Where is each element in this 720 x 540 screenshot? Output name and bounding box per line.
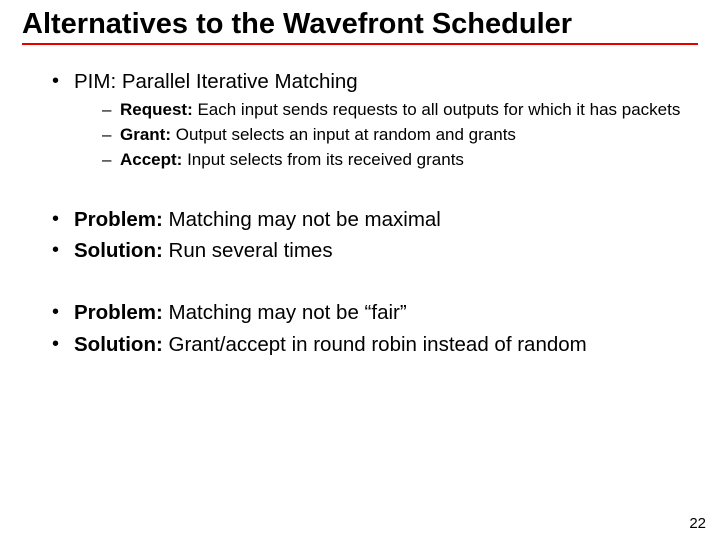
sub-accept: Accept: Input selects from its received … bbox=[102, 149, 698, 170]
bullet-pim-text: PIM: Parallel Iterative Matching bbox=[74, 70, 358, 93]
slide-title: Alternatives to the Wavefront Scheduler bbox=[22, 8, 698, 45]
bullet-list-3: Problem: Matching may not be “fair” Solu… bbox=[22, 300, 698, 357]
sub-request: Request: Each input sends requests to al… bbox=[102, 99, 698, 120]
sub-request-lead: Request: bbox=[120, 100, 193, 119]
spacer bbox=[22, 270, 698, 300]
sub-grant: Grant: Output selects an input at random… bbox=[102, 124, 698, 145]
bullet-solution-2-rest: Grant/accept in round robin instead of r… bbox=[163, 333, 587, 356]
bullet-problem-1: Problem: Matching may not be maximal bbox=[52, 207, 698, 233]
bullet-list-2: Problem: Matching may not be maximal Sol… bbox=[22, 207, 698, 264]
bullet-list: PIM: Parallel Iterative Matching Request… bbox=[22, 69, 698, 170]
bullet-problem-2-lead: Problem: bbox=[74, 301, 163, 324]
bullet-solution-1-lead: Solution: bbox=[74, 239, 163, 262]
sub-accept-rest: Input selects from its received grants bbox=[182, 150, 464, 169]
sub-grant-lead: Grant: bbox=[120, 125, 171, 144]
bullet-solution-2: Solution: Grant/accept in round robin in… bbox=[52, 332, 698, 358]
sub-grant-rest: Output selects an input at random and gr… bbox=[171, 125, 516, 144]
sub-request-rest: Each input sends requests to all outputs… bbox=[193, 100, 681, 119]
slide: Alternatives to the Wavefront Scheduler … bbox=[0, 0, 720, 540]
page-number: 22 bbox=[689, 515, 706, 532]
sub-list: Request: Each input sends requests to al… bbox=[74, 99, 698, 171]
bullet-problem-1-lead: Problem: bbox=[74, 208, 163, 231]
bullet-solution-2-lead: Solution: bbox=[74, 333, 163, 356]
bullet-solution-1: Solution: Run several times bbox=[52, 238, 698, 264]
bullet-problem-2-rest: Matching may not be “fair” bbox=[163, 301, 407, 324]
bullet-problem-1-rest: Matching may not be maximal bbox=[163, 208, 441, 231]
bullet-pim: PIM: Parallel Iterative Matching Request… bbox=[52, 69, 698, 170]
sub-accept-lead: Accept: bbox=[120, 150, 182, 169]
bullet-solution-1-rest: Run several times bbox=[163, 239, 333, 262]
spacer bbox=[22, 177, 698, 207]
bullet-problem-2: Problem: Matching may not be “fair” bbox=[52, 300, 698, 326]
